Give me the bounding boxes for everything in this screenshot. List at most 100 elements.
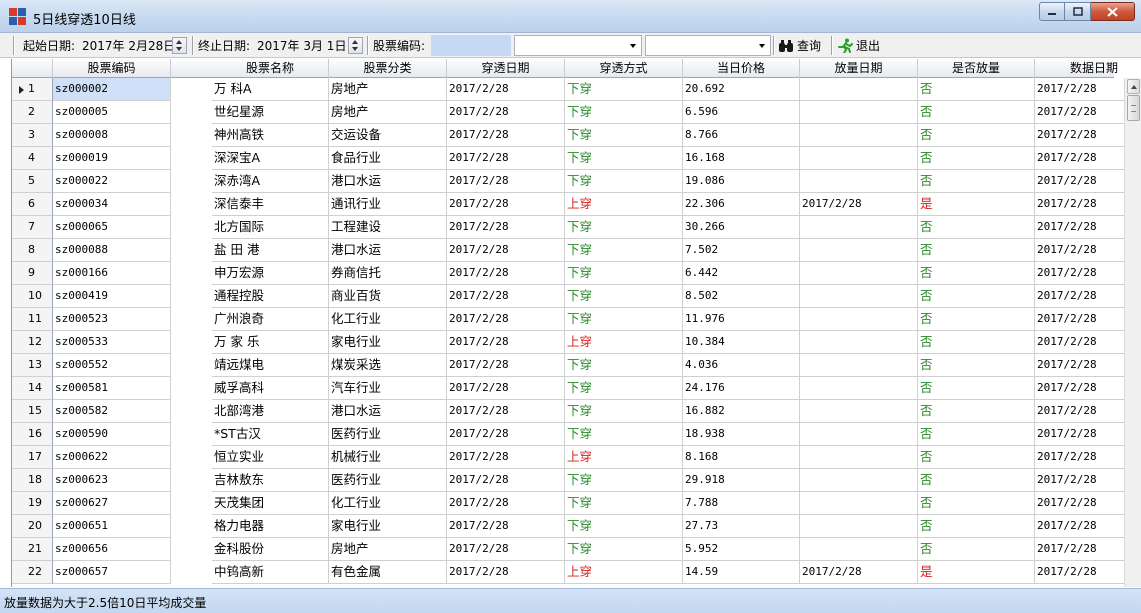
cell-vol[interactable]: 否	[918, 308, 1035, 331]
cell-vol-date[interactable]	[800, 285, 918, 308]
cell-date[interactable]: 2017/2/28	[447, 216, 565, 239]
cell-price[interactable]: 7.788	[683, 492, 800, 515]
row-number[interactable]: 19	[12, 492, 53, 515]
cell-date[interactable]: 2017/2/28	[447, 492, 565, 515]
cell-vol[interactable]: 否	[918, 331, 1035, 354]
cell-vol[interactable]: 是	[918, 561, 1035, 584]
cell-vol[interactable]: 否	[918, 101, 1035, 124]
table-row[interactable]: 19 sz000627 天茂集团 化工行业 2017/2/28 下穿 7.788 否 2017/…	[12, 492, 1141, 515]
cell-cat[interactable]: 券商信托	[329, 262, 447, 285]
cell-name[interactable]: *ST古汉	[212, 423, 329, 446]
cell-date[interactable]: 2017/2/28	[447, 193, 565, 216]
cell-cat[interactable]: 工程建设	[329, 216, 447, 239]
cell-code[interactable]: sz000552	[53, 354, 171, 377]
table-row[interactable]: 9 sz000166 申万宏源 券商信托 2017/2/28 下穿 6.442 否 2017/2…	[12, 262, 1141, 285]
cell-vol-date[interactable]	[800, 216, 918, 239]
cell-price[interactable]: 11.976	[683, 308, 800, 331]
cell-date[interactable]: 2017/2/28	[447, 170, 565, 193]
start-date-spinner[interactable]	[172, 37, 187, 54]
cell-vol-date[interactable]: 2017/2/28	[800, 561, 918, 584]
row-number[interactable]: 21	[12, 538, 53, 561]
cell-name[interactable]: 威孚高科	[212, 377, 329, 400]
cell-price[interactable]: 18.938	[683, 423, 800, 446]
cell-date[interactable]: 2017/2/28	[447, 262, 565, 285]
cell-date[interactable]: 2017/2/28	[447, 561, 565, 584]
table-row[interactable]: 7 sz000065 北方国际 工程建设 2017/2/28 下穿 30.266 否 2017/…	[12, 216, 1141, 239]
cell-vol[interactable]: 否	[918, 538, 1035, 561]
table-row[interactable]: 18 sz000623 吉林敖东 医药行业 2017/2/28 下穿 29.918 否 2017…	[12, 469, 1141, 492]
column-header[interactable]: 穿透日期	[447, 59, 565, 78]
cell-code[interactable]: sz000581	[53, 377, 171, 400]
close-button[interactable]	[1091, 2, 1135, 21]
cell-cat[interactable]: 房地产	[329, 101, 447, 124]
cell-code[interactable]: sz000022	[53, 170, 171, 193]
cell-code[interactable]: sz000166	[53, 262, 171, 285]
row-number[interactable]: 16	[12, 423, 53, 446]
cell-vol-date[interactable]	[800, 239, 918, 262]
cell-code[interactable]: sz000651	[53, 515, 171, 538]
cell-price[interactable]: 7.502	[683, 239, 800, 262]
table-row[interactable]: 10 sz000419 通程控股 商业百货 2017/2/28 下穿 8.502 否 2017/…	[12, 285, 1141, 308]
cell-cat[interactable]: 化工行业	[329, 308, 447, 331]
cell-code[interactable]: sz000419	[53, 285, 171, 308]
cell-vol[interactable]: 否	[918, 78, 1035, 101]
table-row[interactable]: 20 sz000651 格力电器 家电行业 2017/2/28 下穿 27.73 否 2017/…	[12, 515, 1141, 538]
cell-cat[interactable]: 医药行业	[329, 423, 447, 446]
cell-price[interactable]: 14.59	[683, 561, 800, 584]
row-number[interactable]: 20	[12, 515, 53, 538]
cell-mode[interactable]: 下穿	[565, 423, 683, 446]
cell-mode[interactable]: 下穿	[565, 469, 683, 492]
cell-price[interactable]: 27.73	[683, 515, 800, 538]
filter-combo-2[interactable]	[645, 35, 771, 56]
cell-date[interactable]: 2017/2/28	[447, 285, 565, 308]
cell-vol[interactable]: 否	[918, 354, 1035, 377]
table-row[interactable]: 3 sz000008 神州高铁 交运设备 2017/2/28 下穿 8.766 否 2017/2…	[12, 124, 1141, 147]
table-row[interactable]: 8 sz000088 盐 田 港港口水运 2017/2/28 下穿 7.502 否 2017/…	[12, 239, 1141, 262]
cell-price[interactable]: 5.952	[683, 538, 800, 561]
cell-code[interactable]: sz000623	[53, 469, 171, 492]
cell-date[interactable]: 2017/2/28	[447, 538, 565, 561]
cell-name[interactable]: 广州浪奇	[212, 308, 329, 331]
cell-date[interactable]: 2017/2/28	[447, 400, 565, 423]
column-header[interactable]: 是否放量	[918, 59, 1035, 78]
scroll-thumb[interactable]	[1127, 95, 1140, 121]
cell-date[interactable]: 2017/2/28	[447, 515, 565, 538]
table-row[interactable]: 14 sz000581 威孚高科 汽车行业 2017/2/28 下穿 24.176 否 2017…	[12, 377, 1141, 400]
cell-vol-date[interactable]	[800, 101, 918, 124]
cell-cat[interactable]: 港口水运	[329, 239, 447, 262]
cell-price[interactable]: 8.766	[683, 124, 800, 147]
cell-price[interactable]: 16.882	[683, 400, 800, 423]
cell-vol-date[interactable]	[800, 492, 918, 515]
cell-mode[interactable]: 下穿	[565, 78, 683, 101]
cell-name[interactable]: 恒立实业	[212, 446, 329, 469]
cell-name[interactable]: 深深宝A	[212, 147, 329, 170]
cell-price[interactable]: 22.306	[683, 193, 800, 216]
scroll-up-button[interactable]	[1127, 79, 1140, 94]
cell-price[interactable]: 8.168	[683, 446, 800, 469]
cell-price[interactable]: 6.596	[683, 101, 800, 124]
cell-vol-date[interactable]	[800, 331, 918, 354]
cell-code[interactable]: sz000590	[53, 423, 171, 446]
cell-name[interactable]: 神州高铁	[212, 124, 329, 147]
cell-vol-date[interactable]	[800, 78, 918, 101]
cell-vol[interactable]: 否	[918, 285, 1035, 308]
cell-mode[interactable]: 下穿	[565, 101, 683, 124]
cell-mode[interactable]: 下穿	[565, 239, 683, 262]
row-number[interactable]: 22	[12, 561, 53, 584]
cell-date[interactable]: 2017/2/28	[447, 446, 565, 469]
vertical-scrollbar[interactable]	[1124, 78, 1141, 587]
cell-name[interactable]: 金科股份	[212, 538, 329, 561]
cell-name[interactable]: 格力电器	[212, 515, 329, 538]
cell-name[interactable]: 万 家 乐	[212, 331, 329, 354]
cell-code[interactable]: sz000533	[53, 331, 171, 354]
cell-mode[interactable]: 下穿	[565, 308, 683, 331]
cell-mode[interactable]: 下穿	[565, 262, 683, 285]
cell-vol-date[interactable]	[800, 354, 918, 377]
cell-vol[interactable]: 否	[918, 469, 1035, 492]
table-row[interactable]: 22 sz000657 中钨高新 有色金属 2017/2/28 上穿 14.59 2017/2…	[12, 561, 1141, 584]
table-row[interactable]: 13 sz000552 靖远煤电 煤炭采选 2017/2/28 下穿 4.036 否 2017/…	[12, 354, 1141, 377]
cell-vol-date[interactable]	[800, 515, 918, 538]
table-row[interactable]: 5 sz000022 深赤湾A 港口水运 2017/2/28 下穿 19.086 否 2017/…	[12, 170, 1141, 193]
cell-code[interactable]: sz000034	[53, 193, 171, 216]
exit-button[interactable]: 退出	[837, 33, 880, 58]
